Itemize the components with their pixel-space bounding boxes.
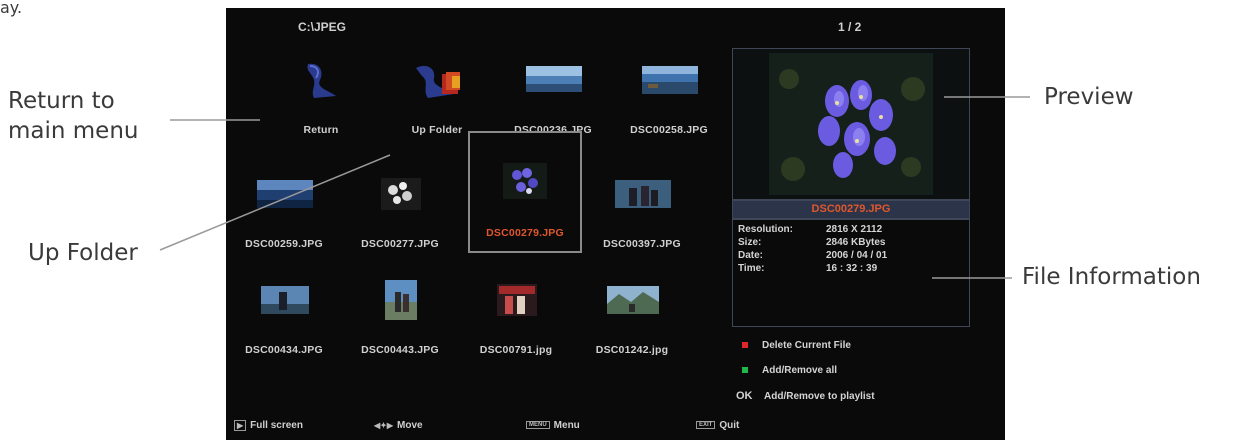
up-folder-leader-line (159, 154, 391, 251)
callout-leader-lines (159, 96, 1030, 279)
